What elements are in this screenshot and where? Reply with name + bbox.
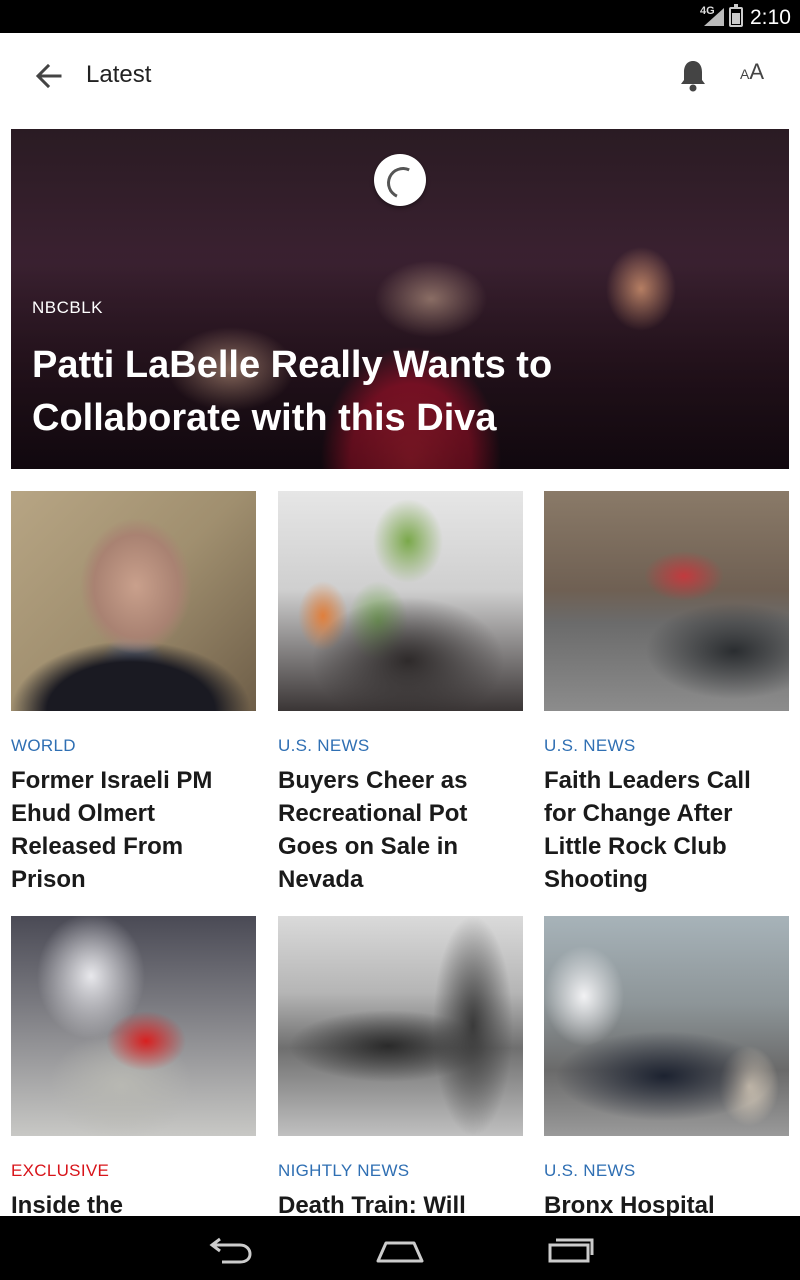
- hero-article[interactable]: NBCBLK Patti LaBelle Really Wants to Col…: [11, 129, 789, 469]
- article-category: U.S. NEWS: [544, 1161, 636, 1180]
- hero-headline: Patti LaBelle Really Wants to Collaborat…: [32, 344, 553, 439]
- bell-icon[interactable]: [676, 57, 710, 93]
- article-image: [278, 916, 523, 1136]
- loading-spinner-icon: [374, 154, 426, 206]
- text-size-button[interactable]: AA: [740, 59, 764, 93]
- article-image: [544, 916, 789, 1136]
- status-bar: 4G 2:10: [0, 0, 800, 33]
- text-size-large: A: [749, 59, 765, 84]
- article-category: U.S. NEWS: [278, 736, 370, 755]
- navigation-bar: [0, 1216, 800, 1280]
- hero-category: NBCBLK: [32, 298, 104, 317]
- text-size-small: A: [740, 66, 750, 82]
- article-headline: Buyers Cheer as Recreational Pot Goes on…: [278, 767, 468, 893]
- page-title: Latest: [86, 61, 152, 88]
- back-icon[interactable]: [204, 1233, 256, 1265]
- app-bar: Latest AA: [0, 33, 800, 118]
- article-image: [11, 916, 256, 1136]
- battery-icon: [729, 4, 743, 27]
- home-icon[interactable]: [374, 1233, 426, 1265]
- article-headline: Faith Leaders Call for Change After Litt…: [544, 767, 751, 893]
- article-category: U.S. NEWS: [544, 736, 636, 755]
- article-card[interactable]: U.S. NEWS Bronx Hospital: [544, 916, 789, 1222]
- article-category: WORLD: [11, 736, 76, 755]
- recent-apps-icon[interactable]: [546, 1233, 598, 1265]
- article-card[interactable]: NIGHTLY NEWS Death Train: Will: [278, 916, 523, 1222]
- article-card[interactable]: U.S. NEWS Buyers Cheer as Recreational P…: [278, 491, 523, 896]
- article-headline: Former Israeli PM Ehud Olmert Released F…: [11, 767, 213, 893]
- article-card[interactable]: U.S. NEWS Faith Leaders Call for Change …: [544, 491, 789, 896]
- clock: 2:10: [750, 6, 791, 29]
- article-card[interactable]: WORLD Former Israeli PM Ehud Olmert Rele…: [11, 491, 256, 896]
- article-image: [278, 491, 523, 711]
- signal-icon: [704, 8, 724, 26]
- article-image: [11, 491, 256, 711]
- article-card[interactable]: EXCLUSIVE Inside the: [11, 916, 256, 1222]
- back-arrow-icon[interactable]: [30, 57, 68, 95]
- article-category: EXCLUSIVE: [11, 1161, 110, 1180]
- article-image: [544, 491, 789, 711]
- article-category: NIGHTLY NEWS: [278, 1161, 410, 1180]
